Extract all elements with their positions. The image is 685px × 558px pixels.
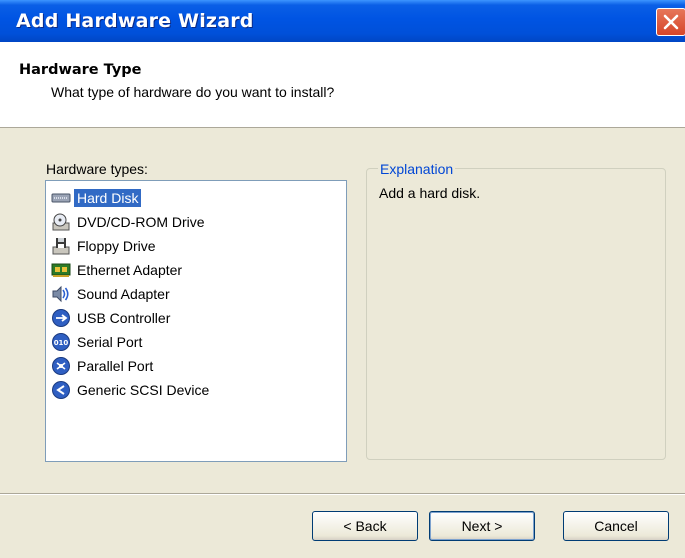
page-subtitle: What type of hardware do you want to ins… [51,84,335,100]
list-item-hard-disk[interactable]: Hard Disk [50,186,142,210]
cancel-button[interactable]: Cancel [563,511,669,541]
hardware-types-label: Hardware types: [46,161,148,177]
back-button[interactable]: < Back [312,511,418,541]
list-item-sound-adapter[interactable]: Sound Adapter [50,282,173,306]
ethernet-adapter-icon [50,260,72,280]
list-item-serial-port[interactable]: 010 Serial Port [50,330,145,354]
serial-port-icon: 010 [50,332,72,352]
sound-icon [50,284,72,304]
list-item-ethernet-adapter[interactable]: Ethernet Adapter [50,258,185,282]
wizard-window: Add Hardware Wizard Hardware Type What t… [0,0,685,558]
wizard-header: Hardware Type What type of hardware do y… [0,42,685,128]
list-item-label: Serial Port [77,334,143,350]
list-item-label: Ethernet Adapter [77,262,183,278]
list-item-label: Hard Disk [74,189,142,207]
list-item-floppy-drive[interactable]: Floppy Drive [50,234,159,258]
list-item-generic-scsi-device[interactable]: Generic SCSI Device [50,378,212,402]
list-item-label: Generic SCSI Device [77,382,210,398]
title-bar[interactable]: Add Hardware Wizard [0,0,685,42]
svg-text:010: 010 [54,339,69,347]
parallel-port-icon [50,356,72,376]
list-item-usb-controller[interactable]: USB Controller [50,306,173,330]
window-title: Add Hardware Wizard [16,10,254,32]
explanation-legend: Explanation [378,161,456,177]
scsi-icon [50,380,72,400]
hard-disk-icon [50,188,72,208]
list-item-dvd-cd-rom-drive[interactable]: DVD/CD-ROM Drive [50,210,208,234]
explanation-text: Add a hard disk. [379,185,481,201]
list-item-label: Parallel Port [77,358,154,374]
list-item-label: DVD/CD-ROM Drive [77,214,205,230]
list-item-label: USB Controller [77,310,171,326]
list-item-label: Floppy Drive [77,238,156,254]
usb-icon [50,308,72,328]
list-item-parallel-port[interactable]: Parallel Port [50,354,156,378]
hardware-types-list[interactable]: Hard Disk DVD/CD-ROM Drive Floppy Drive … [45,180,347,462]
list-item-label: Sound Adapter [77,286,170,302]
floppy-drive-icon [50,236,72,256]
page-title: Hardware Type [19,62,142,78]
explanation-group [366,168,666,460]
cd-drive-icon [50,212,72,232]
close-button[interactable] [656,8,685,36]
footer-divider [0,493,685,495]
next-button[interactable]: Next > [429,511,535,541]
close-icon [663,14,679,30]
